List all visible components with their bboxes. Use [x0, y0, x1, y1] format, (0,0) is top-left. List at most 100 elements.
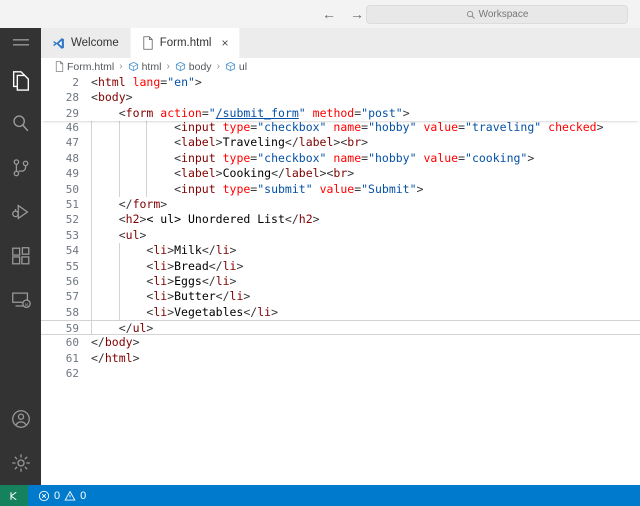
token-pun: < [174, 181, 182, 196]
code-line[interactable]: 48 <input type="checkbox" name="hobby" v… [41, 150, 640, 167]
line-number: 50 [65, 182, 79, 196]
problems-status[interactable]: 0 0 [28, 485, 96, 506]
code-editor[interactable]: 2 <html lang="en"> 28 <body> 29 <form action… [41, 75, 640, 485]
code-line[interactable]: 54 <li>Milk</li> [41, 243, 640, 259]
token-tag: input [181, 120, 216, 134]
token-pun: < [174, 120, 182, 134]
token-pun: > [361, 135, 369, 150]
token-pun: > [236, 258, 244, 273]
breadcrumb-item-file[interactable]: Form.html [55, 61, 114, 73]
code-line[interactable]: 28 <body> [41, 90, 640, 105]
code-text: </ul> [91, 321, 154, 336]
editor-tabs: Welcome Form.html × [41, 28, 640, 58]
line-number: 56 [65, 274, 79, 288]
run-debug-icon[interactable] [0, 190, 41, 234]
remote-explorer-icon[interactable]: w [0, 278, 41, 322]
token-pun: < [91, 90, 98, 105]
search-icon[interactable] [0, 102, 41, 146]
code-line[interactable]: 49 <label>Cooking</label><br> [41, 166, 640, 182]
code-text: </body> [91, 335, 140, 350]
navigation-controls: ← → [322, 0, 364, 28]
token-pun: = [458, 120, 466, 134]
code-line[interactable]: 2 <html lang="en"> [41, 75, 640, 90]
token-tag: body [104, 335, 133, 350]
token-pun: > [132, 335, 140, 350]
token-pun: > [596, 120, 604, 134]
gear-icon[interactable] [0, 441, 41, 485]
code-line[interactable]: 58 <li>Vegetables</li> [41, 304, 640, 321]
line-number: 59 [65, 322, 79, 336]
code-line[interactable]: 29 <form action="/submit_form" method="p… [41, 106, 640, 121]
explorer-icon[interactable] [0, 58, 41, 102]
code-line[interactable]: 53 <ul> [41, 227, 640, 244]
token-str: "traveling" [465, 120, 542, 134]
remote-window-indicator[interactable] [0, 485, 28, 506]
token-tag: li [215, 273, 230, 288]
line-number: 49 [65, 167, 79, 181]
token-tag: body [97, 90, 126, 105]
breadcrumb-item-body[interactable]: body [175, 61, 212, 73]
token-pun: > [312, 212, 320, 227]
line-number: 29 [65, 106, 79, 120]
tab-form-html[interactable]: Form.html × [130, 28, 241, 58]
code-line[interactable]: 56 <li>Eggs</li> [41, 273, 640, 290]
token-txt: Milk [174, 243, 202, 258]
token-txt: Butter [174, 289, 216, 304]
code-line[interactable]: 61 </html> [41, 351, 640, 366]
source-control-icon[interactable] [0, 146, 41, 190]
arrow-left-icon[interactable]: ← [322, 7, 336, 21]
code-lines[interactable]: 46 <input type="checkbox" name="hobby" v… [41, 120, 640, 382]
code-line[interactable]: 62 [41, 366, 640, 381]
code-line[interactable]: 55 <li>Bread</li> [41, 258, 640, 274]
code-line[interactable]: 46 <input type="checkbox" name="hobby" v… [41, 120, 640, 136]
code-line[interactable]: 51 </form> [41, 196, 640, 213]
token-tag: ul [132, 321, 147, 336]
line-number: 28 [65, 91, 79, 105]
token-tag: li [153, 289, 168, 304]
close-icon[interactable]: × [221, 37, 228, 49]
breadcrumb-item-html[interactable]: html [128, 61, 161, 73]
token-pun: < [118, 212, 126, 227]
code-line[interactable]: 59 </ul> [41, 320, 640, 336]
tab-welcome[interactable]: Welcome [41, 28, 131, 58]
account-icon[interactable] [0, 397, 41, 441]
code-text: <body> [91, 90, 133, 105]
code-line[interactable]: 52 <h2>< ul> Unordered List</h2> [41, 212, 640, 228]
menu-icon[interactable] [0, 28, 41, 58]
extensions-icon[interactable] [0, 234, 41, 278]
token-pun: > [271, 304, 279, 319]
line-number: 55 [65, 259, 79, 273]
token-pun: > [416, 181, 424, 196]
code-line[interactable]: 60 </body> [41, 335, 640, 350]
token-pun: > [229, 243, 237, 258]
token-tag: label [298, 135, 334, 150]
token-link[interactable]: /submit_form [216, 106, 299, 120]
code-text: <li>Butter</li> [91, 289, 250, 304]
breadcrumb-item-ul[interactable]: ul [225, 61, 247, 73]
code-line[interactable]: 57 <li>Butter</li> [41, 289, 640, 305]
line-number: 47 [65, 136, 79, 150]
token-pun: > [243, 289, 251, 304]
sticky-scroll-lines[interactable]: 2 <html lang="en"> 28 <body> 29 <form action… [41, 75, 640, 122]
token-pun: </ [118, 196, 133, 211]
warning-count: 0 [80, 489, 87, 502]
code-line[interactable]: 47 <label>Traveling</label><br> [41, 135, 640, 151]
token-tag: label [181, 135, 216, 150]
code-line[interactable]: 50 <input type="submit" value="Submit"> [41, 181, 640, 197]
token-tag: label [181, 166, 216, 181]
error-circle-icon [38, 490, 50, 501]
workspace-search-box[interactable]: Workspace [366, 5, 628, 24]
token-pun: </ [91, 350, 105, 365]
token-attr: name [333, 120, 362, 134]
token-str: "post" [361, 105, 403, 120]
token-txt: Cooking [222, 166, 272, 181]
token-pun: > [125, 90, 133, 105]
symbol-field-icon [225, 61, 235, 72]
token-pun: > [527, 150, 535, 165]
token-tag: label [284, 166, 320, 181]
arrow-right-icon[interactable]: → [350, 7, 364, 21]
